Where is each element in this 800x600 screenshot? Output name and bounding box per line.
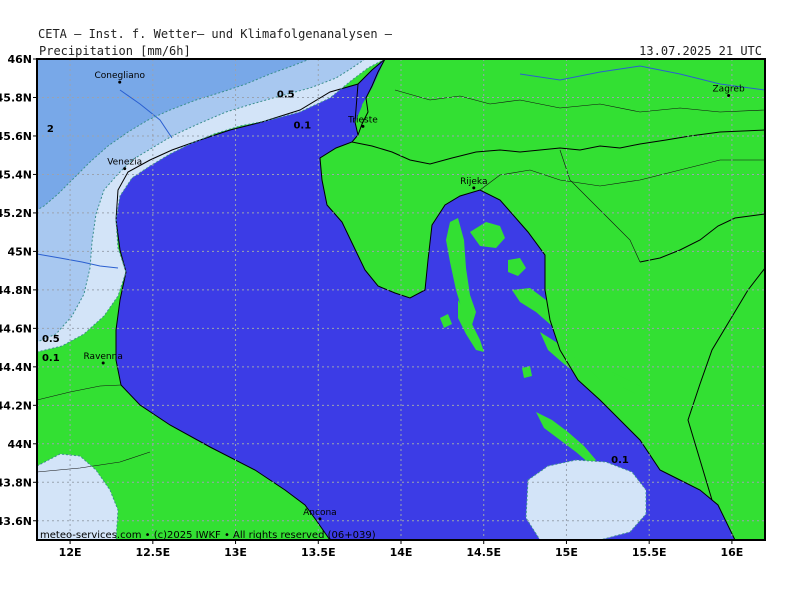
lon-tick-label: 15E	[555, 546, 578, 559]
city-label: Ancona	[303, 508, 337, 518]
lon-tick-label: 15.5E	[632, 546, 667, 559]
lat-tick-label: 45.6N	[0, 130, 32, 143]
lon-tick-label: 13.5E	[301, 546, 336, 559]
lon-tick-label: 12.5E	[135, 546, 170, 559]
lat-tick-label: 45.2N	[0, 207, 32, 220]
contour-value-label: 0.1	[293, 120, 311, 131]
city-label: Zagreb	[713, 85, 745, 95]
lon-tick-label: 16E	[720, 546, 743, 559]
city-label: Conegliano	[94, 71, 145, 81]
city-label: Rijeka	[460, 177, 487, 187]
contour-value-label: 0.1	[611, 455, 629, 466]
lon-tick-label: 12E	[59, 546, 82, 559]
lat-tick-label: 44.8N	[0, 284, 32, 297]
lon-tick-label: 14.5E	[466, 546, 501, 559]
lat-tick-label: 45.8N	[0, 91, 32, 104]
lon-tick-label: 13E	[224, 546, 247, 559]
contour-value-label: 0.5	[277, 89, 295, 100]
lat-tick-label: 44.4N	[0, 361, 32, 374]
contour-value-label: 0.5	[42, 334, 60, 345]
lat-tick-label: 43.8N	[0, 476, 32, 489]
lat-tick-label: 45N	[7, 245, 32, 258]
lat-tick-label: 44.2N	[0, 399, 32, 412]
precipitation-map: 46N 45.8N 45.6N 45.4N 45.2N 45N 44.8N 44.6N 44.4…	[0, 53, 766, 559]
lat-tick-label: 44.6N	[0, 322, 32, 335]
lat-tick-label: 44N	[7, 438, 32, 451]
copyright-footer: meteo-services.com • (c)2025 IWKF • All …	[40, 530, 376, 541]
city-label: Trieste	[347, 115, 378, 125]
lat-tick-label: 43.6N	[0, 515, 32, 528]
contour-value-label: 0.1	[42, 353, 60, 364]
city-label: Venezia	[107, 158, 142, 168]
lat-tick-label: 46N	[7, 53, 32, 66]
lat-tick-label: 45.4N	[0, 168, 32, 181]
city-label: Ravenna	[84, 352, 123, 362]
contour-value-label: 2	[47, 124, 54, 135]
lon-tick-label: 14E	[390, 546, 413, 559]
